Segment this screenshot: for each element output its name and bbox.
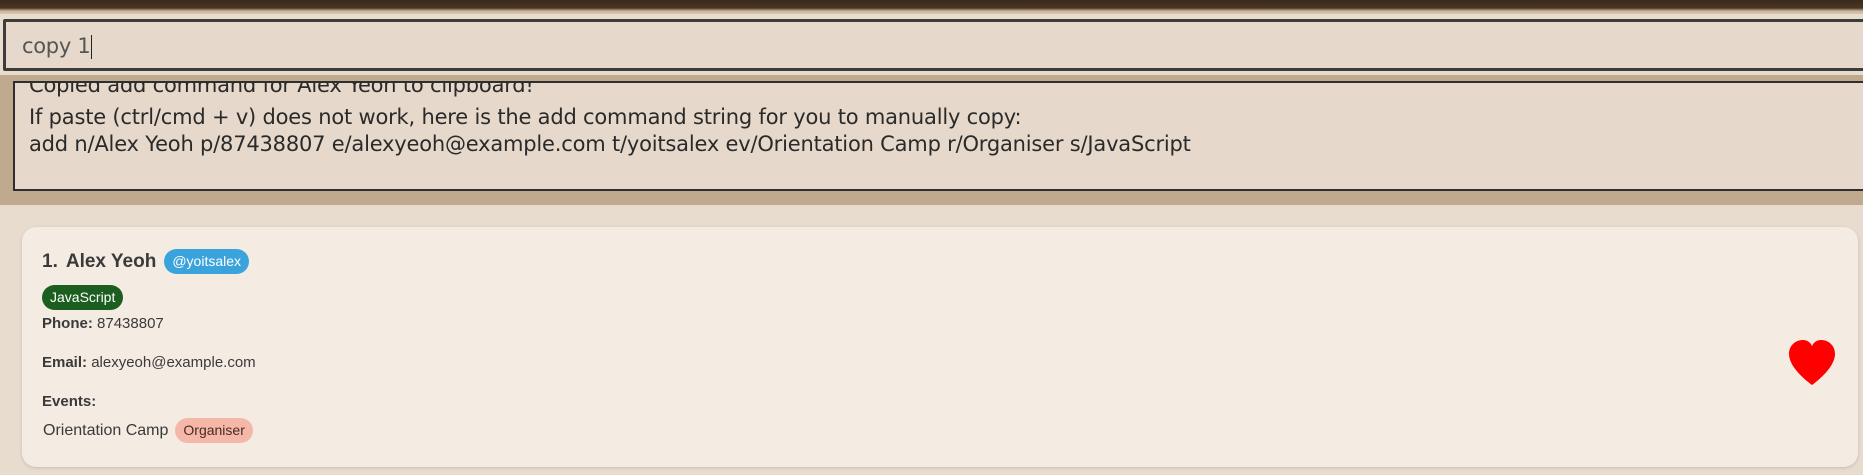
result-line-command: add n/Alex Yeoh p/87438807 e/alexyeoh@ex… (29, 132, 1191, 156)
phone-value: 87438807 (97, 315, 164, 332)
email-field: Email: alexyeoh@example.com (42, 354, 256, 371)
result-display-area: Copied add command for Alex Yeoh to clip… (0, 75, 1863, 205)
person-list: 1. Alex Yeoh @yoitsalex JavaScript Phone:… (0, 205, 1863, 475)
phone-label: Phone: (42, 315, 93, 332)
event-name: Orientation Camp (43, 421, 169, 439)
command-input[interactable]: copy 1 (22, 34, 93, 59)
result-line-instructions: If paste (ctrl/cmd + v) does not work, h… (29, 105, 1022, 129)
handle-tag: @yoitsalex (164, 249, 250, 274)
skill-tag: JavaScript (42, 285, 124, 310)
person-name-text: Alex Yeoh (65, 250, 157, 272)
command-box[interactable]: copy 1 (3, 19, 1863, 71)
person-index: 1. (42, 250, 58, 272)
events-field: Events: (42, 393, 96, 410)
event-role-tag: Organiser (175, 418, 253, 443)
phone-field: Phone: 87438807 (42, 315, 164, 332)
result-line-copied: Copied add command for Alex Yeoh to clip… (29, 81, 534, 97)
heart-icon[interactable] (1787, 339, 1837, 387)
email-label: Email: (42, 354, 88, 371)
event-item: Orientation Camp Organiser (43, 418, 253, 443)
person-name: 1. Alex Yeoh (42, 251, 156, 273)
events-label: Events: (42, 393, 97, 410)
title-bar (0, 0, 1863, 14)
text-caret (91, 35, 93, 59)
email-value: alexyeoh@example.com (91, 354, 256, 371)
command-input-text: copy 1 (22, 34, 91, 58)
person-header: 1. Alex Yeoh @yoitsalex (42, 249, 250, 274)
result-display[interactable]: Copied add command for Alex Yeoh to clip… (13, 81, 1863, 191)
person-card[interactable]: 1. Alex Yeoh @yoitsalex JavaScript Phone:… (22, 227, 1858, 467)
